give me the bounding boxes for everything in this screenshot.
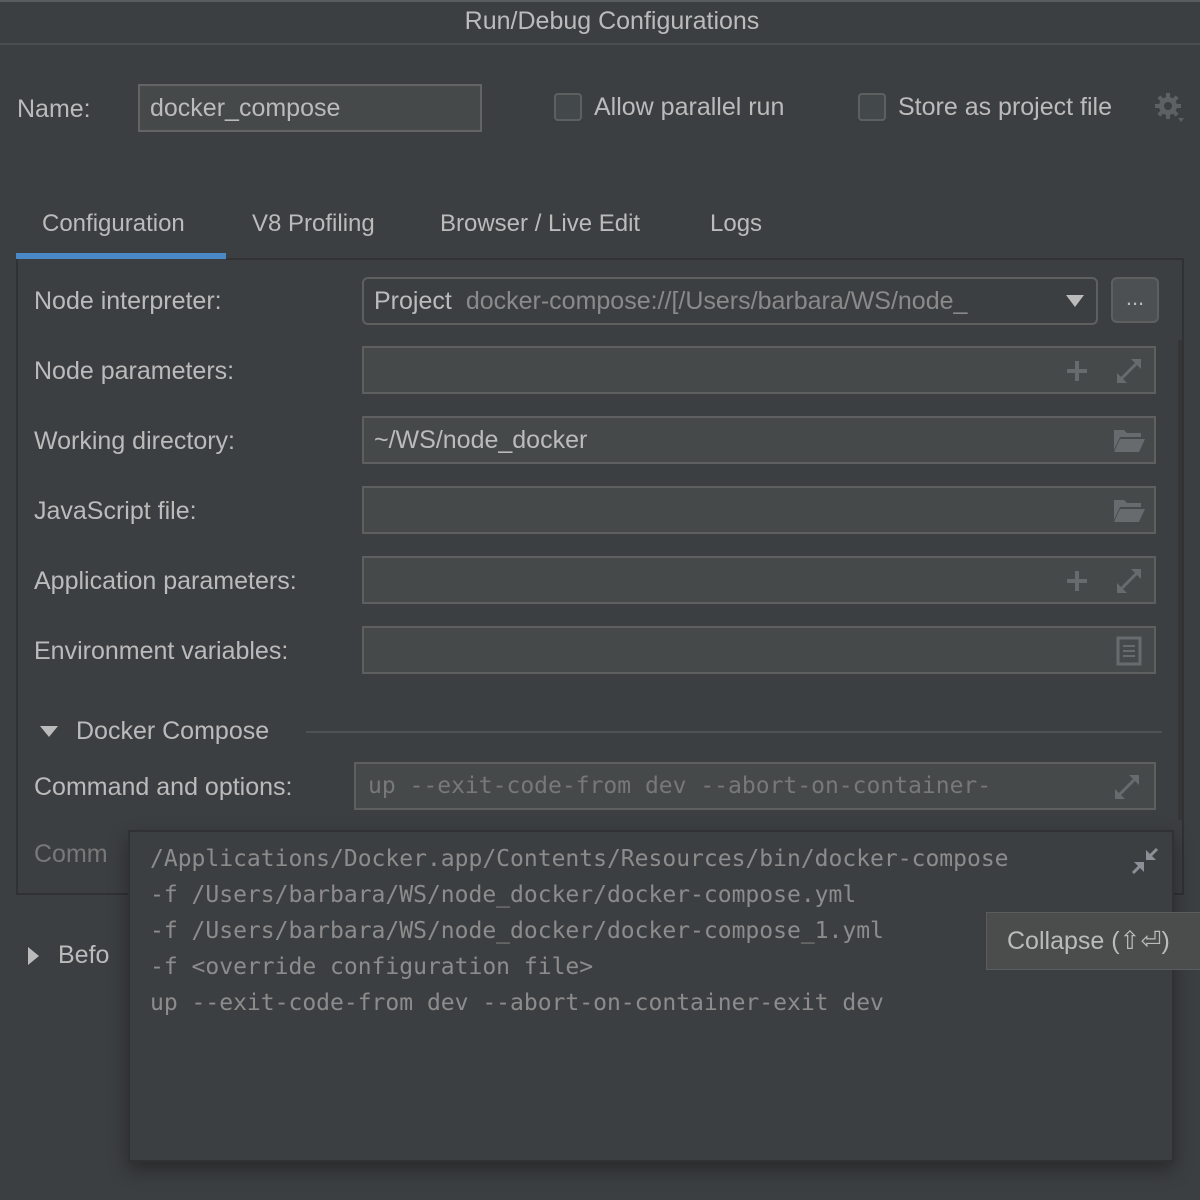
command-and-options-value: up --exit-code-from dev --abort-on-conta… — [368, 773, 992, 799]
environment-variables-input[interactable] — [362, 626, 1156, 674]
tab-logs[interactable]: Logs — [710, 210, 762, 238]
node-parameters-input[interactable] — [362, 346, 1156, 394]
working-directory-label: Working directory: — [34, 427, 235, 455]
expand-icon[interactable] — [1114, 356, 1144, 386]
application-parameters-input[interactable] — [362, 556, 1156, 604]
document-list-icon[interactable] — [1116, 636, 1142, 666]
environment-variables-label: Environment variables: — [34, 637, 289, 665]
interpreter-scope: Project — [374, 287, 452, 315]
interpreter-path: docker-compose://[/Users/barbara/WS/node… — [465, 287, 968, 315]
folder-icon[interactable] — [1112, 428, 1146, 454]
command-line: up --exit-code-from dev --abort-on-conta… — [150, 990, 884, 1016]
expand-arrow-icon[interactable] — [28, 947, 39, 965]
working-directory-input[interactable]: ~/WS/node_docker — [362, 416, 1156, 464]
before-launch-label[interactable]: Befo — [58, 941, 109, 970]
command-line: -f /Users/barbara/WS/node_docker/docker-… — [150, 882, 857, 908]
command-line: /Applications/Docker.app/Contents/Resour… — [150, 846, 1009, 872]
command-preview-label: Comm — [34, 840, 108, 868]
browse-interpreter-button[interactable]: ... — [1111, 277, 1159, 323]
allow-parallel-run-checkbox[interactable] — [554, 93, 582, 121]
store-as-project-file-checkbox[interactable] — [858, 93, 886, 121]
scrollbar-track — [1178, 340, 1182, 820]
tab-browser-live-edit[interactable]: Browser / Live Edit — [440, 210, 640, 238]
command-and-options-input[interactable]: up --exit-code-from dev --abort-on-conta… — [354, 762, 1156, 810]
gear-icon[interactable] — [1154, 92, 1186, 124]
command-and-options-label: Command and options: — [34, 773, 293, 801]
expand-icon[interactable] — [1114, 566, 1144, 596]
name-label: Name: — [17, 95, 91, 123]
node-interpreter-label: Node interpreter: — [34, 287, 222, 315]
name-input[interactable]: docker_compose — [138, 84, 482, 132]
tab-v8-profiling[interactable]: V8 Profiling — [252, 210, 375, 238]
docker-compose-section-title[interactable]: Docker Compose — [76, 717, 269, 746]
node-interpreter-select[interactable]: Project docker-compose://[/Users/barbara/… — [362, 277, 1098, 325]
title-bar: Run/Debug Configurations — [0, 0, 1200, 45]
collapse-icon[interactable] — [1130, 846, 1160, 876]
expanded-command-popup[interactable]: /Applications/Docker.app/Contents/Resour… — [128, 830, 1174, 1162]
javascript-file-label: JavaScript file: — [34, 497, 197, 525]
section-divider — [306, 731, 1162, 733]
plus-icon[interactable] — [1064, 358, 1090, 384]
working-directory-value: ~/WS/node_docker — [374, 426, 588, 454]
chevron-down-icon[interactable] — [1066, 295, 1084, 307]
plus-icon[interactable] — [1064, 568, 1090, 594]
javascript-file-input[interactable] — [362, 486, 1156, 534]
tab-configuration[interactable]: Configuration — [42, 210, 185, 238]
command-line: -f /Users/barbara/WS/node_docker/docker-… — [150, 918, 884, 944]
collapse-tooltip: Collapse (⇧⏎) — [986, 912, 1200, 970]
expand-icon[interactable] — [1112, 772, 1142, 802]
allow-parallel-run-label[interactable]: Allow parallel run — [594, 93, 784, 122]
command-line: -f <override configuration file> — [150, 954, 594, 980]
window-title: Run/Debug Configurations — [464, 7, 760, 35]
store-as-project-file-label[interactable]: Store as project file — [898, 93, 1112, 122]
folder-icon[interactable] — [1112, 498, 1146, 524]
section-collapse-arrow-icon[interactable] — [40, 726, 58, 737]
node-parameters-label: Node parameters: — [34, 357, 235, 385]
application-parameters-label: Application parameters: — [34, 567, 297, 595]
